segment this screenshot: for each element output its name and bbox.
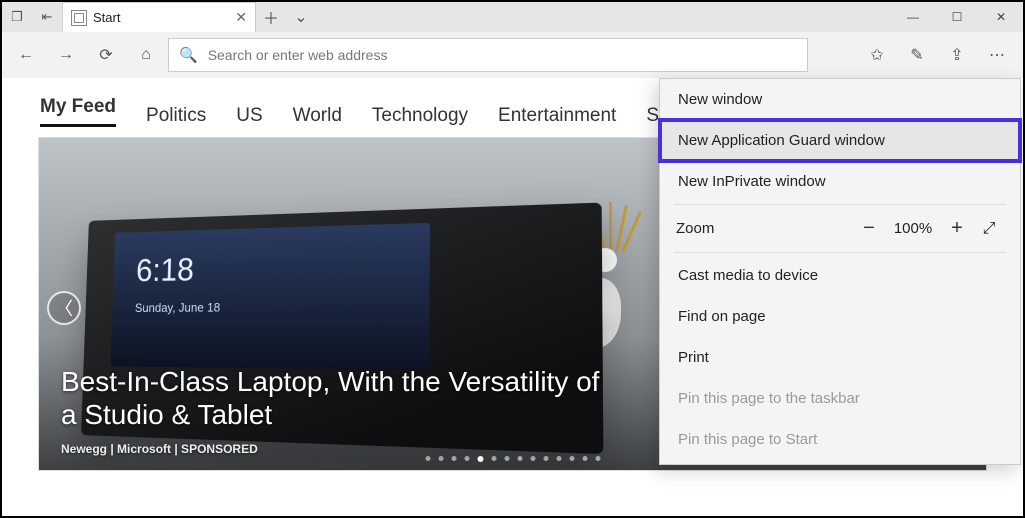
- carousel-dot[interactable]: [504, 456, 509, 461]
- feed-nav-item[interactable]: Entertainment: [498, 105, 616, 127]
- toolbar-right: ✩ ✎ ⇪ ⋯: [857, 37, 1017, 73]
- toolbar: ← → ⟳ ⌂ 🔍 Search or enter web address ✩ …: [2, 32, 1023, 78]
- tab-actions: ＋ ⌄: [256, 2, 316, 32]
- menu-print[interactable]: Print: [660, 337, 1020, 378]
- show-tabs-icon[interactable]: ⇤: [32, 2, 62, 32]
- carousel-dot[interactable]: [569, 456, 574, 461]
- share-icon[interactable]: ⇪: [937, 37, 977, 73]
- hero-sponsor: Newegg | Microsoft | SPONSORED: [61, 442, 258, 456]
- tabs-aside-icon[interactable]: ❐: [2, 2, 32, 32]
- titlebar: ❐ ⇤ Start ✕ ＋ ⌄ — ☐ ✕: [2, 2, 1023, 32]
- zoom-value: 100%: [886, 220, 940, 237]
- home-button[interactable]: ⌂: [128, 37, 164, 73]
- more-icon[interactable]: ⋯: [977, 37, 1017, 73]
- feed-nav-item[interactable]: Technology: [372, 105, 468, 127]
- menu-pin-start: Pin this page to Start: [660, 419, 1020, 460]
- tab-favicon-icon: [71, 10, 87, 26]
- notes-icon[interactable]: ✎: [897, 37, 937, 73]
- carousel-dot[interactable]: [530, 456, 535, 461]
- fullscreen-icon[interactable]: ⤢: [974, 220, 1004, 238]
- feed-nav-item[interactable]: My Feed: [40, 96, 116, 127]
- new-tab-icon[interactable]: ＋: [256, 5, 286, 29]
- window-maximize-icon[interactable]: ☐: [935, 2, 979, 32]
- titlebar-drag-region: [316, 2, 891, 32]
- back-button[interactable]: ←: [8, 37, 44, 73]
- carousel-dot[interactable]: [425, 456, 430, 461]
- favorites-icon[interactable]: ✩: [857, 37, 897, 73]
- carousel-dot[interactable]: [517, 456, 522, 461]
- menu-pin-taskbar: Pin this page to the taskbar: [660, 378, 1020, 419]
- menu-new-window[interactable]: New window: [660, 79, 1020, 120]
- menu-find[interactable]: Find on page: [660, 296, 1020, 337]
- tab-close-icon[interactable]: ✕: [235, 9, 247, 26]
- menu-cast[interactable]: Cast media to device: [660, 255, 1020, 296]
- address-placeholder: Search or enter web address: [208, 47, 388, 63]
- search-icon: 🔍: [179, 46, 198, 64]
- carousel-dot[interactable]: [438, 456, 443, 461]
- hero-caption: Best-In-Class Laptop, With the Versatili…: [61, 365, 621, 432]
- carousel-dot[interactable]: [556, 456, 561, 461]
- refresh-button[interactable]: ⟳: [88, 37, 124, 73]
- carousel-dots[interactable]: [425, 456, 600, 462]
- carousel-dot[interactable]: [595, 456, 600, 461]
- carousel-dot[interactable]: [491, 456, 496, 461]
- tab-overflow-icon[interactable]: ⌄: [286, 7, 316, 27]
- carousel-dot[interactable]: [582, 456, 587, 461]
- browser-tab[interactable]: Start ✕: [62, 2, 256, 32]
- hero-date: Sunday, June 18: [135, 300, 221, 315]
- carousel-dot[interactable]: [543, 456, 548, 461]
- carousel-dot[interactable]: [477, 456, 483, 462]
- window-minimize-icon[interactable]: —: [891, 2, 935, 32]
- carousel-dot[interactable]: [464, 456, 469, 461]
- feed-nav-item[interactable]: Politics: [146, 105, 206, 127]
- menu-zoom-row: Zoom − 100% + ⤢: [660, 207, 1020, 250]
- feed-nav-item[interactable]: World: [293, 105, 342, 127]
- forward-button[interactable]: →: [48, 37, 84, 73]
- window-close-icon[interactable]: ✕: [979, 2, 1023, 32]
- menu-zoom-label: Zoom: [676, 220, 852, 237]
- menu-separator: [674, 252, 1006, 253]
- hero-clock: 6:18: [135, 252, 194, 290]
- carousel-dot[interactable]: [451, 456, 456, 461]
- carousel-prev-icon[interactable]: 〈: [47, 291, 81, 325]
- overflow-menu: New window New Application Guard window …: [659, 78, 1021, 465]
- tab-label: Start: [93, 10, 235, 25]
- zoom-in-icon[interactable]: +: [940, 217, 974, 240]
- menu-new-appguard-window[interactable]: New Application Guard window: [660, 120, 1020, 161]
- menu-new-inprivate-window[interactable]: New InPrivate window: [660, 161, 1020, 202]
- address-bar[interactable]: 🔍 Search or enter web address: [168, 38, 808, 72]
- zoom-out-icon[interactable]: −: [852, 217, 886, 240]
- feed-nav-item[interactable]: US: [236, 105, 262, 127]
- menu-separator: [674, 204, 1006, 205]
